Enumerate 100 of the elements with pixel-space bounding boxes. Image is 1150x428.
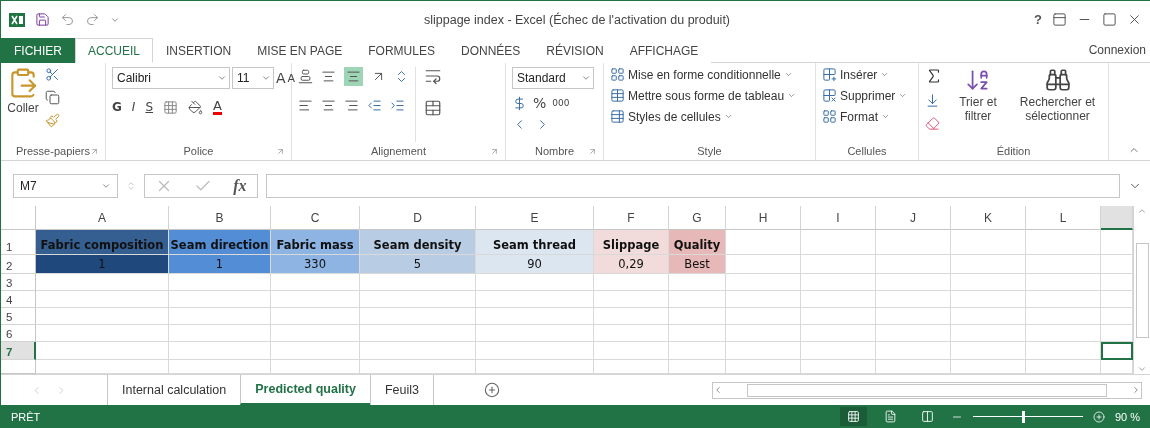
style-menu-button[interactable]: Mise en forme conditionnelle [610,67,793,82]
style-menu-button[interactable]: Mettre sous forme de tableau [610,88,797,103]
redo-icon[interactable] [85,12,100,27]
column-header[interactable]: A [36,206,169,230]
save-icon[interactable] [35,12,50,27]
merge-cells-icon[interactable] [424,99,442,117]
align-left-icon[interactable] [298,98,313,113]
column-header[interactable]: L [1026,206,1101,230]
grow-font-button[interactable]: A [276,70,286,86]
paintbrush-icon[interactable] [45,113,60,128]
launcher-icon[interactable] [490,146,499,156]
underline-button[interactable]: S [145,100,154,114]
scissors-icon[interactable] [45,67,60,82]
thousands-button[interactable]: 000 [552,98,570,108]
caret-icon [217,73,227,83]
row-header[interactable]: 7 [1,342,36,360]
table-cell: 1 [169,255,271,274]
number-format-dropdown[interactable]: Standard [512,67,594,89]
align-bottom-icon[interactable] [346,69,361,84]
add-sheet-icon[interactable] [484,382,500,398]
view-button[interactable] [839,407,867,426]
page-icon[interactable] [883,410,897,423]
help-button[interactable]: ? [1034,12,1042,27]
row-header[interactable]: 2 [1,255,36,274]
sheet-tab[interactable]: Predicted quality [240,375,370,405]
cells-menu-button[interactable]: Supprimer [822,88,908,103]
scroll-left-icon[interactable] [713,385,723,395]
table-cell [1101,308,1133,325]
currency-icon[interactable] [512,95,527,111]
grip-icon[interactable] [126,181,136,191]
table-cell: Seam thread [476,230,594,255]
column-header[interactable]: B [169,206,271,230]
sort-filter-button[interactable]: Trier et filtrer [949,67,1008,142]
scrollbar-thumb[interactable] [1135,242,1149,338]
cells-menu-button[interactable]: Format [822,109,890,124]
cells-menu-button[interactable]: Insérer [822,67,890,82]
zoom-in-icon[interactable] [1092,410,1105,423]
paste-button[interactable]: Coller [7,67,39,142]
column-header[interactable]: D [360,206,476,230]
maximize-icon[interactable] [1102,12,1117,27]
indent-increase-icon[interactable] [390,98,405,113]
formula-field[interactable] [266,174,1120,198]
column-header[interactable]: J [876,206,951,230]
row-header[interactable]: 5 [1,308,36,325]
column-header[interactable]: I [801,206,876,230]
eraser-icon[interactable] [925,116,940,131]
italic-button[interactable]: I [131,100,136,114]
close-icon[interactable] [1127,12,1142,27]
wrap-text-icon[interactable] [424,67,442,85]
ribbon-display-icon[interactable] [1052,12,1067,27]
caret-icon [101,181,111,191]
indent-decrease-icon[interactable] [367,98,382,113]
row-header[interactable]: 3 [1,274,36,291]
align-center-icon[interactable] [321,98,336,113]
align-top-icon[interactable] [298,69,313,84]
style-menu-button[interactable]: Styles de cellules [610,109,733,124]
font-size-dropdown[interactable]: 11 [232,67,274,89]
column-header[interactable]: F [594,206,669,230]
group-label: Alignement [370,145,426,157]
copy-icon[interactable] [45,90,60,105]
row-header[interactable]: 1 [1,230,36,255]
column-header[interactable]: E [476,206,594,230]
ribbon-tab[interactable]: ACCUEIL [75,38,153,63]
columns-icon[interactable] [920,410,934,423]
scroll-right-icon[interactable] [1131,385,1141,395]
fill-down-icon[interactable] [925,93,940,108]
insert-function-button[interactable]: fx [233,177,247,195]
horizontal-scrollbar[interactable] [712,381,1142,399]
percent-button[interactable]: % [533,95,547,111]
sign-in-link[interactable]: Connexion [1088,38,1150,62]
ribbon-tab[interactable]: FICHIER [1,38,75,63]
launcher-icon[interactable] [588,146,597,156]
borders-icon[interactable] [163,99,179,115]
vertical-scrollbar[interactable] [1133,206,1150,374]
shrink-font-button[interactable]: A [287,71,296,85]
align-middle-icon[interactable] [321,69,336,84]
zoom-level[interactable]: 90 % [1114,410,1140,423]
align-right-icon[interactable] [344,98,359,113]
caret-icon [261,73,271,83]
bold-button[interactable]: G [112,100,122,114]
launcher-icon[interactable] [276,146,285,156]
grid-icon[interactable] [846,410,860,423]
sort-filter-icon [965,67,991,93]
column-header[interactable]: H [726,206,801,230]
column-header[interactable]: G [669,206,726,230]
column-header[interactable] [1101,206,1133,230]
launcher-icon[interactable] [90,146,99,156]
scrollbar-thumb[interactable] [747,383,1107,397]
row-header[interactable]: 4 [1,291,36,308]
font-color-button[interactable]: A [213,99,222,115]
table-cell [669,308,726,325]
name-box[interactable]: M7 [13,174,118,198]
column-header[interactable]: K [951,206,1026,230]
column-header[interactable]: C [271,206,360,230]
undo-icon[interactable] [60,12,75,27]
slider-thumb[interactable] [1022,410,1026,423]
row-header[interactable]: 6 [1,325,36,342]
find-select-button[interactable]: Rechercher et sélectionner [1013,67,1102,142]
font-name-dropdown[interactable]: Calibri [112,67,230,89]
fill-color-icon[interactable] [188,99,204,115]
